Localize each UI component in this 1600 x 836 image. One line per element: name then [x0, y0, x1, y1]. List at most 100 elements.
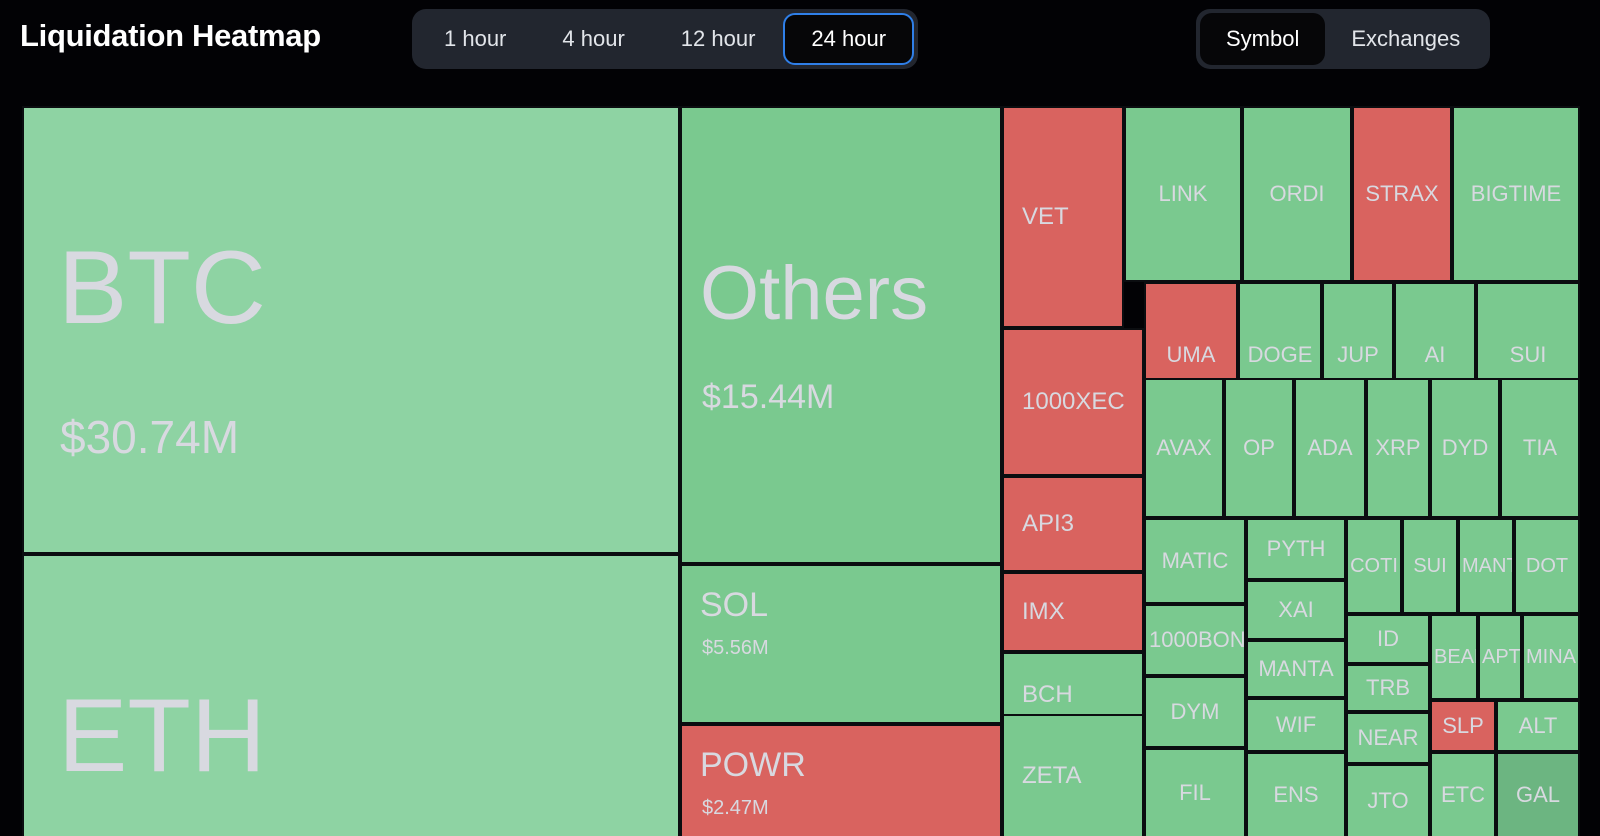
treemap-tile-op[interactable]: OP [1224, 378, 1294, 518]
tile-symbol-label: IMX [1022, 600, 1065, 624]
treemap-tile-others[interactable]: Others $15.44M [680, 106, 1002, 564]
treemap-tile-fil[interactable]: FIL [1144, 748, 1246, 836]
tile-symbol-label: TRB [1366, 677, 1410, 699]
tile-symbol-label: MANTA [1462, 556, 1512, 576]
treemap-tile-coti[interactable]: COTI [1346, 518, 1402, 614]
treemap-tile-mina[interactable]: MINA [1522, 614, 1580, 700]
tile-symbol-label: 1000BONK [1149, 629, 1244, 651]
tile-symbol-label: SUI [1509, 344, 1547, 366]
tile-symbol-label: COTI [1350, 556, 1398, 576]
treemap-tile-bigtime[interactable]: BIGTIME [1452, 106, 1580, 282]
page-title: Liquidation Heatmap [20, 18, 321, 53]
treemap-tile-zeta[interactable]: ZETA [1002, 714, 1144, 836]
treemap-tile-pyth[interactable]: PYTH [1246, 518, 1346, 580]
treemap-tile-jto[interactable]: JTO [1346, 764, 1430, 836]
tile-value-label: $15.44M [702, 380, 835, 414]
tile-symbol-label: SOL [700, 588, 769, 622]
treemap-tile-dym[interactable]: DYM [1144, 676, 1246, 748]
treemap-tile-sui[interactable]: SUI [1402, 518, 1458, 614]
treemap-tile-avax[interactable]: AVAX [1144, 378, 1224, 518]
treemap-tile-near[interactable]: NEAR [1346, 712, 1430, 764]
treemap-tile-xrp[interactable]: XRP [1366, 378, 1430, 518]
tile-symbol-label: AVAX [1156, 437, 1212, 459]
tile-symbol-label: XRP [1375, 437, 1421, 459]
treemap-tile-sol[interactable]: SOL $5.56M [680, 564, 1002, 724]
treemap-tile-api3[interactable]: API3 [1002, 476, 1144, 572]
tile-symbol-label: ZETA [1022, 764, 1082, 788]
treemap-tile-slp[interactable]: SLP [1430, 700, 1496, 752]
treemap-tile-apt[interactable]: APT [1478, 614, 1522, 700]
mode-tab-symbol[interactable]: Symbol [1200, 13, 1326, 65]
treemap-tile-id[interactable]: ID [1346, 614, 1430, 664]
tile-symbol-label: NEAR [1357, 727, 1419, 749]
mode-tab-exchanges[interactable]: Exchanges [1325, 13, 1486, 65]
timeframe-tab-1-hour[interactable]: 1 hour [416, 13, 534, 65]
treemap-tile-xai[interactable]: XAI [1246, 580, 1346, 640]
tile-value-label: $30.74M [60, 414, 240, 460]
timeframe-tab-12-hour[interactable]: 12 hour [653, 13, 784, 65]
tile-symbol-label: MANTA [1258, 658, 1334, 680]
treemap-tile-powr[interactable]: POWR $2.47M [680, 724, 1002, 836]
tile-value-label: $5.56M [702, 638, 769, 658]
tile-symbol-label: JUP [1337, 344, 1379, 366]
treemap-tile-trb[interactable]: TRB [1346, 664, 1430, 712]
tile-symbol-label: GAL [1515, 784, 1561, 806]
tile-symbol-label: STRAX [1365, 183, 1439, 205]
treemap-tile-eth[interactable]: ETH$17.02M [22, 554, 680, 836]
treemap-tile-matic[interactable]: MATIC [1144, 518, 1246, 604]
tile-symbol-label: DYD [1441, 437, 1489, 459]
tile-symbol-label: XAI [1278, 599, 1314, 621]
tile-symbol-label: BCH [1022, 683, 1073, 707]
tile-symbol-label: SLP [1442, 715, 1484, 737]
treemap-tile-tia[interactable]: TIA [1500, 378, 1580, 518]
treemap-tile-link[interactable]: LINK [1124, 106, 1242, 282]
tile-symbol-label: OP [1243, 437, 1275, 459]
treemap-tile-ada[interactable]: ADA [1294, 378, 1366, 518]
tile-symbol-label: APT [1482, 647, 1520, 667]
tile-symbol-label: ENS [1273, 784, 1319, 806]
app-header: Liquidation Heatmap 1 hour 4 hour 12 hour 2… [0, 0, 1600, 78]
timeframe-tab-24-hour[interactable]: 24 hour [783, 13, 915, 65]
tile-symbol-label: JTO [1367, 790, 1409, 812]
tile-symbol-label: TIA [1522, 437, 1558, 459]
tile-symbol-label: ID [1377, 628, 1399, 650]
tile-symbol-label: AI [1424, 344, 1446, 366]
treemap-tile-alt[interactable]: ALT [1496, 700, 1580, 752]
tile-symbol-label: Others [700, 256, 929, 332]
treemap-tile-manta[interactable]: MANTA [1246, 640, 1346, 698]
treemap-tile-dyd[interactable]: DYD [1430, 378, 1500, 518]
tile-symbol-label: MINA [1526, 647, 1576, 667]
treemap-tile-btc[interactable]: BTC $30.74M [22, 106, 680, 554]
timeframe-tab-group[interactable]: 1 hour 4 hour 12 hour 24 hour [412, 9, 919, 69]
tile-symbol-label: FIL [1179, 782, 1211, 804]
tile-symbol-label: ORDI [1269, 183, 1325, 205]
treemap-tile-imx[interactable]: IMX [1002, 572, 1144, 652]
treemap-tile-gal[interactable]: GAL [1496, 752, 1580, 836]
treemap-tile-ens[interactable]: ENS [1246, 752, 1346, 836]
tile-symbol-label: ALT [1518, 715, 1558, 737]
treemap-tile-wif[interactable]: WIF [1246, 698, 1346, 752]
treemap-chart[interactable]: BTC $30.74M ETH$17.02M Others $15.44M SOL $5.5… [0, 78, 1600, 836]
treemap-tile-1000xec[interactable]: 1000XEC [1002, 328, 1144, 476]
treemap-tile-ordi[interactable]: ORDI [1242, 106, 1352, 282]
treemap-tile-beam[interactable]: BEAM [1430, 614, 1478, 700]
treemap-tile-dot[interactable]: DOT [1514, 518, 1580, 614]
tile-symbol-label: BTC [58, 236, 266, 340]
timeframe-tab-4-hour[interactable]: 4 hour [534, 13, 652, 65]
tile-symbol-label: PYTH [1266, 538, 1326, 560]
tile-symbol-label: ADA [1307, 437, 1353, 459]
tile-symbol-label: UMA [1166, 344, 1216, 366]
tile-symbol-label: WIF [1275, 714, 1317, 736]
treemap-tile-1000bonk[interactable]: 1000BONK [1144, 604, 1246, 676]
treemap-tile-etc[interactable]: ETC [1430, 752, 1496, 836]
tile-symbol-label: BIGTIME [1470, 183, 1562, 205]
tile-value-label: $2.47M [702, 798, 769, 818]
treemap-tile-vet[interactable]: VET [1002, 106, 1124, 328]
tile-symbol-label: MATIC [1161, 550, 1229, 572]
tile-symbol-label: API3 [1022, 512, 1075, 536]
tile-symbol-label: POWR [700, 748, 806, 782]
treemap-tile-manta[interactable]: MANTA [1458, 518, 1514, 614]
treemap-tile-strax[interactable]: STRAX [1352, 106, 1452, 282]
tile-symbol-label: ETC [1441, 784, 1485, 806]
grouping-mode-toggle-group[interactable]: Symbol Exchanges [1196, 9, 1491, 69]
